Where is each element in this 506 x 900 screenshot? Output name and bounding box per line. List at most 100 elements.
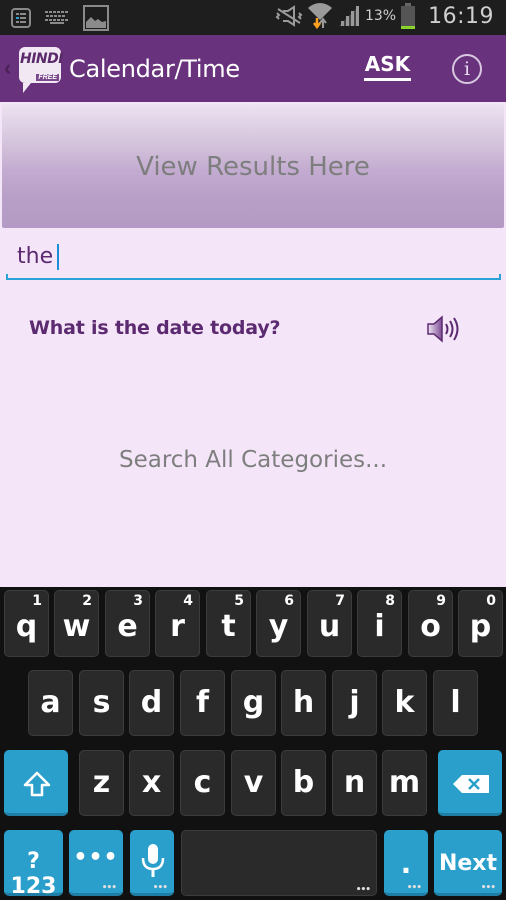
long-press-indicator: ••• xyxy=(480,883,496,893)
key-y[interactable]: 6y xyxy=(256,590,301,657)
key-label: Next xyxy=(438,851,498,876)
text-caret xyxy=(57,244,59,270)
clock: 16:19 xyxy=(428,3,494,29)
key-number-hint: 0 xyxy=(486,593,496,609)
key-j[interactable]: j xyxy=(332,670,377,736)
page-title: Calendar/Time xyxy=(69,55,240,83)
key-number-hint: 5 xyxy=(234,593,244,609)
soft-keyboard: 1q 2w 3e 4r 5t 6y 7u 8i 9o 0p a s d f g … xyxy=(0,587,506,900)
back-chevron-icon[interactable]: ‹ xyxy=(4,55,11,81)
key-number-hint: 6 xyxy=(284,593,294,609)
key-e[interactable]: 3e xyxy=(105,590,150,657)
key-label: e xyxy=(117,609,138,644)
key-p[interactable]: 0p xyxy=(458,590,503,657)
search-input[interactable] xyxy=(6,236,501,276)
battery-percent: 13% xyxy=(364,8,397,24)
key-label: y xyxy=(268,609,289,644)
keyboard-icon xyxy=(45,11,68,24)
results-panel: View Results Here xyxy=(2,104,504,228)
signal-icon xyxy=(338,6,359,26)
long-press-indicator: ••• xyxy=(355,885,371,895)
key-o[interactable]: 9o xyxy=(408,590,453,657)
key-label: b xyxy=(292,765,315,800)
backspace-key[interactable] xyxy=(438,750,502,816)
key-s[interactable]: s xyxy=(79,670,124,736)
key-d[interactable]: d xyxy=(129,670,174,736)
key-c[interactable]: c xyxy=(180,750,225,816)
key-label: . xyxy=(400,847,412,880)
key-label: a xyxy=(40,685,61,720)
key-g[interactable]: g xyxy=(231,670,276,736)
key-n[interactable]: n xyxy=(332,750,377,816)
logo-text: HINDI xyxy=(20,51,63,67)
key-number-hint: 4 xyxy=(183,593,193,609)
key-label: o xyxy=(420,609,441,644)
notification-list-icon xyxy=(11,8,31,28)
key-label: p xyxy=(469,609,492,644)
key-l[interactable]: l xyxy=(433,670,478,736)
key-label: s xyxy=(92,685,111,720)
period-key[interactable]: . ••• xyxy=(384,830,428,896)
key-u[interactable]: 7u xyxy=(307,590,352,657)
backspace-icon xyxy=(453,775,489,793)
key-label: q xyxy=(15,609,38,644)
key-label: c xyxy=(193,765,212,800)
shift-arrow-icon xyxy=(23,771,51,797)
results-placeholder: View Results Here xyxy=(136,152,370,182)
key-number-hint: 8 xyxy=(385,593,395,609)
image-icon xyxy=(83,5,109,31)
key-w[interactable]: 2w xyxy=(54,590,99,657)
key-label: v xyxy=(243,765,264,800)
key-number-hint: 7 xyxy=(335,593,345,609)
app-logo[interactable]: HINDI FREE xyxy=(19,47,63,93)
search-field[interactable] xyxy=(6,236,501,280)
key-label: h xyxy=(292,685,315,720)
key-m[interactable]: m xyxy=(382,750,427,816)
key-number-hint: 2 xyxy=(82,593,92,609)
wifi-icon xyxy=(307,3,332,30)
logo-badge: FREE xyxy=(36,74,59,81)
key-number-hint: 9 xyxy=(436,593,446,609)
key-k[interactable]: k xyxy=(382,670,427,736)
long-press-indicator: ••• xyxy=(406,883,422,893)
list-item[interactable]: What is the date today? xyxy=(0,305,506,353)
space-key[interactable]: ••• xyxy=(181,830,377,896)
key-x[interactable]: x xyxy=(129,750,174,816)
voice-input-key[interactable]: ••• xyxy=(130,830,174,896)
speaker-icon[interactable] xyxy=(425,313,465,345)
key-label: w xyxy=(62,609,91,644)
battery-icon xyxy=(401,3,416,29)
key-label: t xyxy=(221,609,236,644)
microphone-icon xyxy=(141,844,165,877)
key-v[interactable]: v xyxy=(231,750,276,816)
result-text[interactable]: What is the date today? xyxy=(29,317,281,339)
key-h[interactable]: h xyxy=(281,670,326,736)
key-z[interactable]: z xyxy=(79,750,124,816)
key-label: u xyxy=(318,609,341,644)
key-label: l xyxy=(450,685,461,720)
key-a[interactable]: a xyxy=(28,670,73,736)
status-bar: 13% 16:19 xyxy=(0,0,506,35)
key-r[interactable]: 4r xyxy=(155,590,200,657)
key-label: m xyxy=(388,765,421,800)
key-label: g xyxy=(242,685,265,720)
key-label: r xyxy=(170,609,185,644)
ask-button[interactable]: ASK xyxy=(364,52,411,81)
key-i[interactable]: 8i xyxy=(357,590,402,657)
next-key[interactable]: Next ••• xyxy=(434,830,502,896)
key-label: d xyxy=(140,685,163,720)
long-press-indicator: ••• xyxy=(152,883,168,893)
key-label: f xyxy=(195,685,210,720)
search-all-categories[interactable]: Search All Categories... xyxy=(0,447,506,473)
key-t[interactable]: 5t xyxy=(206,590,251,657)
key-f[interactable]: f xyxy=(180,670,225,736)
key-q[interactable]: 1q xyxy=(4,590,49,657)
info-icon[interactable]: i xyxy=(452,54,482,84)
more-options-key[interactable]: ••• ••• xyxy=(69,830,123,896)
shift-key[interactable] xyxy=(4,750,68,816)
key-number-hint: 1 xyxy=(32,593,42,609)
symbols-key[interactable]: ?123 xyxy=(4,830,63,899)
key-number-hint: 3 xyxy=(133,593,143,609)
key-label: ?123 xyxy=(10,849,57,899)
key-b[interactable]: b xyxy=(281,750,326,816)
